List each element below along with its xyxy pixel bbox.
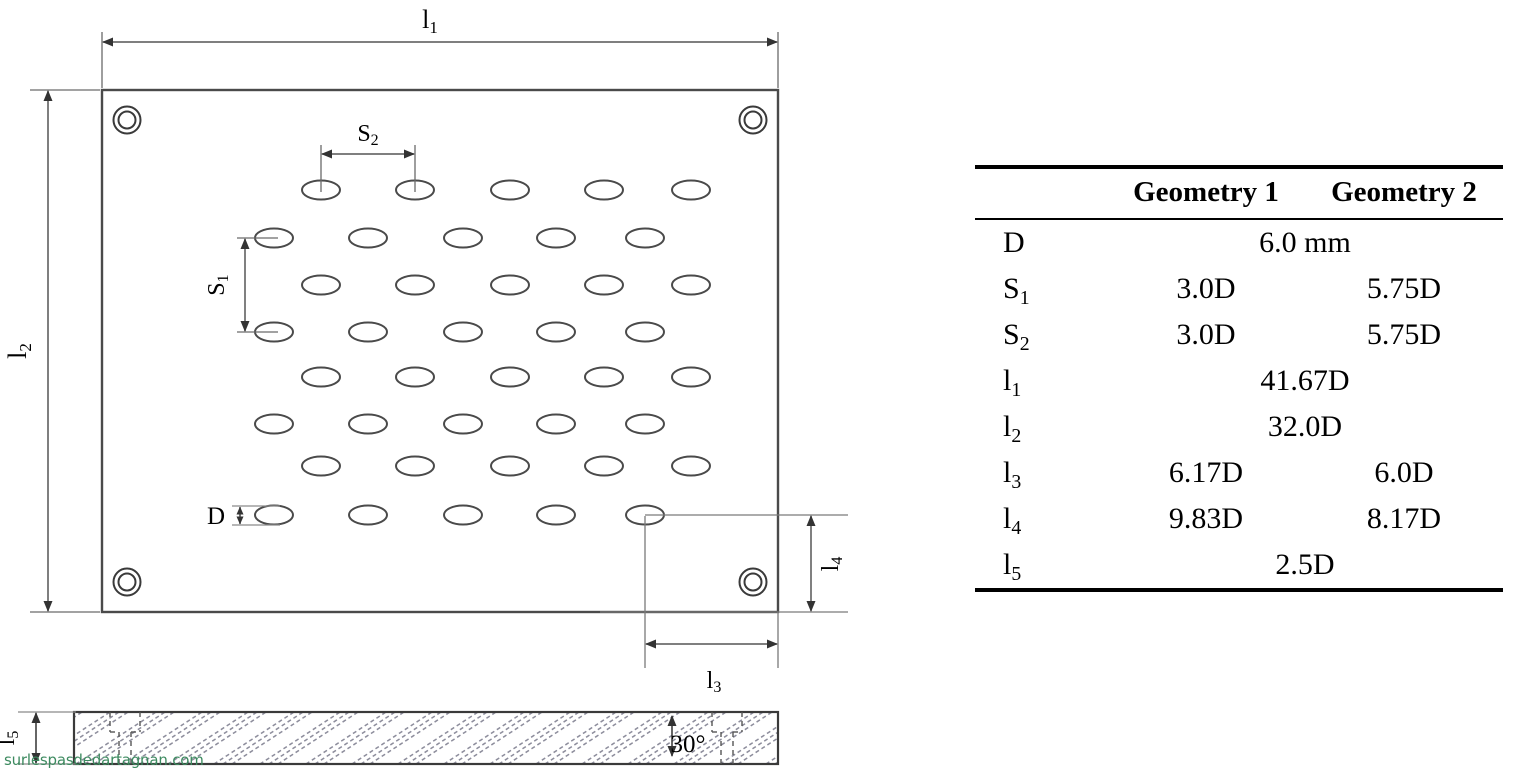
table-value-geometry-1: 3.0D	[1176, 272, 1236, 305]
table-value-geometry-2: 5.75D	[1366, 318, 1442, 351]
dimension-label-d: D	[207, 503, 225, 530]
table-row: l1 41.67D	[975, 358, 1503, 404]
table-header-row: Geometry 1 Geometry 2	[975, 169, 1503, 219]
header-geometry-1: Geometry 1	[1133, 176, 1279, 208]
engineering-drawing: l1 l2 S2 S1 D l4 l3 30° 5	[0, 5, 910, 766]
table-param-label: l3	[1003, 456, 1022, 493]
table-value-geometry-2: 5.75D	[1366, 272, 1442, 305]
dimension-label-l4: l4	[818, 557, 846, 572]
table-value-geometry-1: 6.17D	[1168, 456, 1244, 489]
table-param-label: l5	[1003, 548, 1022, 585]
geometry-table-container: Geometry 1 Geometry 2 D 6.0 mm S1 3.0D 5.75D…	[975, 165, 1503, 594]
table-row: D 6.0 mm	[975, 220, 1503, 266]
table-row: S2 3.0D 5.75D	[975, 312, 1503, 358]
table-param-label: S1	[1003, 272, 1030, 309]
table-value-shared: 6.0 mm	[1259, 226, 1351, 259]
hatch-line	[774, 761, 778, 764]
angle-label: 30°	[671, 731, 706, 758]
table-param-label: D	[1003, 226, 1025, 259]
table-value-geometry-2: 6.0D	[1374, 456, 1434, 489]
geometry-table: Geometry 1 Geometry 2 D 6.0 mm S1 3.0D 5.75D…	[975, 165, 1503, 594]
table-value-shared: 32.0D	[1267, 410, 1343, 443]
table-value-geometry-1: 3.0D	[1176, 318, 1236, 351]
header-blank	[975, 169, 1107, 219]
hatch-line	[784, 712, 864, 764]
table-row: S1 3.0D 5.75D	[975, 266, 1503, 312]
table-param-label: S2	[1003, 318, 1030, 355]
dimension-l1: l1	[101, 5, 779, 88]
table-value-shared: 2.5D	[1275, 548, 1335, 581]
dimension-label-l5: l5	[0, 731, 22, 746]
table-param-label: l4	[1003, 502, 1022, 539]
dimension-label-l2: l2	[3, 343, 35, 359]
watermark: surlespasdedartagnan.com	[4, 751, 204, 769]
dimension-label-l3: l3	[707, 668, 722, 696]
table-row: l3 6.17D 6.0D	[975, 450, 1503, 496]
dimension-l2: l2	[3, 89, 100, 613]
table-value-geometry-2: 8.17D	[1366, 502, 1442, 535]
hatch-line	[812, 712, 892, 764]
hatch-line	[719, 725, 778, 764]
angle-marker-30: 30°	[667, 715, 706, 758]
hatch-line	[821, 712, 901, 764]
hatch-line	[830, 712, 910, 764]
header-geometry-2: Geometry 2	[1331, 176, 1477, 208]
table-row: l4 9.83D 8.17D	[975, 496, 1503, 542]
dimension-label-l1: l1	[422, 5, 438, 37]
table-value-geometry-1: 9.83D	[1168, 502, 1244, 535]
table-param-label: l2	[1003, 410, 1022, 447]
table-param-label: l1	[1003, 364, 1022, 401]
table-row: l2 32.0D	[975, 404, 1503, 450]
table-value-shared: 41.67D	[1260, 364, 1350, 397]
plate-outline	[100, 88, 780, 614]
section-hole-right	[711, 712, 743, 764]
table-row: l5 2.5D	[975, 542, 1503, 590]
